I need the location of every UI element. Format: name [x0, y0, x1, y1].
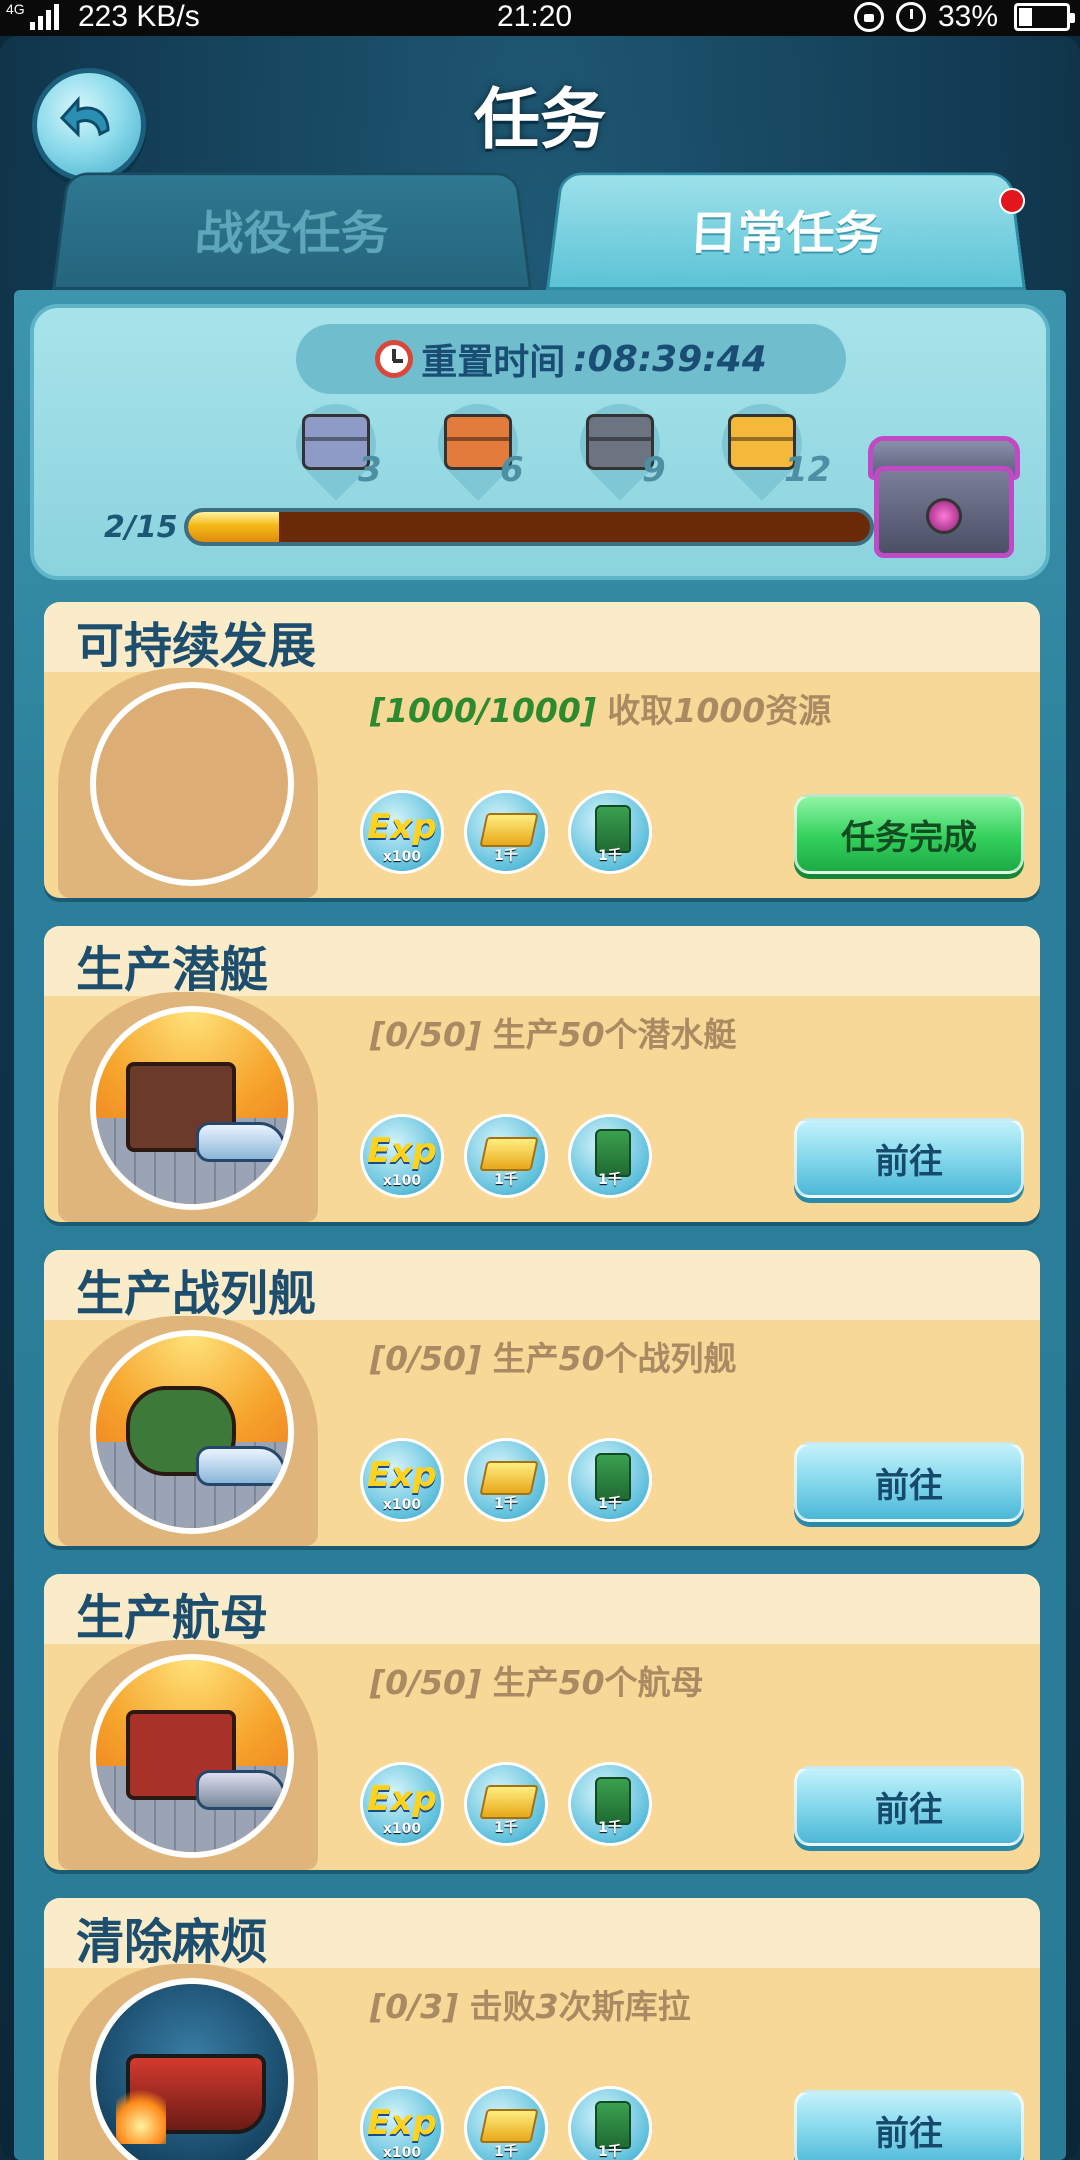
task-desc-text: 收取 — [595, 691, 674, 730]
task-card: 生产战列舰 [0/50] 生产50个战列舰 Exp x100 1千 1千 前往 — [44, 1250, 1040, 1550]
go-button[interactable]: 前往 — [794, 1118, 1024, 1198]
task-progress: [0/50] — [370, 1015, 482, 1054]
chest-threshold: 6 — [500, 450, 524, 490]
clock-time: 21:20 — [497, 0, 573, 33]
task-desc-text: 生产 — [481, 1015, 559, 1054]
alarm-icon — [895, 2, 926, 32]
task-target-number: 50 — [558, 1663, 605, 1702]
task-desc-text: 个航母 — [604, 1663, 704, 1702]
grand-reward-chest[interactable] — [864, 426, 1024, 566]
task-target-number: 1000 — [673, 691, 766, 730]
gold-reward-icon[interactable]: 1千 — [464, 790, 548, 874]
exp-reward-icon[interactable]: Exp x100 — [360, 1438, 444, 1522]
gem-icon — [926, 498, 962, 534]
exp-reward-icon[interactable]: Exp x100 — [360, 1114, 444, 1198]
task-complete-button[interactable]: 任务完成 — [794, 794, 1024, 874]
reward-list: Exp x100 1千 1千 — [360, 790, 652, 874]
task-desc-text: 资源 — [765, 691, 832, 730]
progress-bar — [184, 508, 874, 546]
reward-chest-3[interactable]: 3 — [279, 387, 393, 504]
tab-campaign-tasks[interactable]: 战役任务 — [52, 172, 532, 290]
reward-list: Exp x100 1千 1千 — [360, 1114, 652, 1198]
oil-reward-icon[interactable]: 1千 — [568, 1114, 652, 1198]
reward-list: Exp x100 1千 1千 — [360, 1438, 652, 1522]
task-desc-text: 个战列舰 — [604, 1339, 737, 1378]
task-title: 可持续发展 — [76, 618, 317, 674]
go-button[interactable]: 前往 — [794, 1766, 1024, 1846]
exp-reward-icon[interactable]: Exp x100 — [360, 790, 444, 874]
activity-progress-panel: 重置时间 :08:39:44 3 6 9 12 2/15 — [30, 304, 1050, 580]
oil-reward-icon[interactable]: 1千 — [568, 1762, 652, 1846]
task-progress: [0/50] — [370, 1339, 482, 1378]
task-desc-text: 生产 — [481, 1663, 559, 1702]
task-progress: [0/3] — [370, 1987, 459, 2026]
task-card: 清除麻烦 [0/3] 击败3次斯库拉 Exp x100 1千 1千 前往 — [44, 1898, 1040, 2160]
clock-icon — [375, 340, 414, 378]
gold-reward-icon[interactable]: 1千 — [464, 2086, 548, 2160]
task-title: 生产航母 — [76, 1590, 269, 1646]
task-progress: [1000/1000] — [370, 691, 596, 730]
gold-reward-icon[interactable]: 1千 — [464, 1114, 548, 1198]
task-card: 生产航母 [0/50] 生产50个航母 Exp x100 1千 1千 前往 — [44, 1574, 1040, 1874]
carrier-factory-icon — [90, 1654, 294, 1858]
task-description: [0/50] 生产50个航母 — [370, 1656, 704, 1704]
oil-reward-icon[interactable]: 1千 — [568, 790, 652, 874]
task-progress: [0/50] — [370, 1663, 482, 1702]
game-window: 任务 战役任务 日常任务 重置时间 :08:39:44 3 6 9 12 2/1… — [0, 36, 1080, 2160]
task-card: 可持续发展 [1000/1000] 收取1000资源 Exp x100 1千 1千… — [44, 602, 1040, 902]
reset-label: 重置时间 — [421, 342, 566, 383]
task-description: [0/3] 击败3次斯库拉 — [370, 1980, 691, 2028]
page-title: 任务 — [474, 81, 606, 158]
oil-reward-icon[interactable]: 1千 — [568, 2086, 652, 2160]
task-desc-text: 生产 — [481, 1339, 559, 1378]
task-desc-text: 个潜水艇 — [604, 1015, 737, 1054]
exp-reward-icon[interactable]: Exp x100 — [360, 2086, 444, 2160]
reset-countdown: :08:39:44 — [573, 338, 767, 380]
notification-dot — [999, 188, 1025, 214]
signal-icon — [30, 4, 59, 30]
reward-chest-12[interactable]: 12 — [705, 387, 831, 504]
exp-reward-icon[interactable]: Exp x100 — [360, 1762, 444, 1846]
reset-timer: 重置时间 :08:39:44 — [296, 324, 846, 394]
task-card: 生产潜艇 [0/50] 生产50个潜水艇 Exp x100 1千 1千 前往 — [44, 926, 1040, 1226]
chest-threshold: 9 — [642, 450, 666, 490]
chest-threshold: 3 — [358, 450, 382, 490]
task-description: [0/50] 生产50个潜水艇 — [370, 1008, 737, 1056]
reward-chest-9[interactable]: 9 — [563, 387, 677, 504]
progress-bar-fill — [188, 512, 279, 542]
enemy-ship-icon — [90, 1978, 294, 2160]
oil-reward-icon[interactable]: 1千 — [568, 1438, 652, 1522]
battleship-factory-icon — [90, 1330, 294, 1534]
task-desc-text: 击败 — [458, 1987, 536, 2026]
task-description: [0/50] 生产50个战列舰 — [370, 1332, 737, 1380]
reward-list: Exp x100 1千 1千 — [360, 2086, 652, 2160]
task-title: 清除麻烦 — [76, 1914, 269, 1970]
reward-chest-6[interactable]: 6 — [421, 387, 535, 504]
network-type: 4G — [6, 1, 25, 17]
tab-bar: 战役任务 日常任务 — [14, 162, 1066, 292]
network-speed: 223 KB/s — [78, 0, 200, 33]
tab-daily-tasks[interactable]: 日常任务 — [546, 172, 1026, 290]
submarine-factory-icon — [90, 1006, 294, 1210]
task-target-number: 50 — [558, 1339, 605, 1378]
progress-count: 2/15 — [104, 510, 178, 545]
status-bar: 4G 223 KB/s 21:20 33% — [0, 0, 1080, 36]
gold-reward-icon[interactable]: 1千 — [464, 1762, 548, 1846]
battery-percent: 33% — [937, 0, 998, 33]
rotation-lock-icon — [853, 2, 884, 32]
reward-list: Exp x100 1千 1千 — [360, 1762, 652, 1846]
task-target-number: 3 — [535, 1987, 559, 2026]
daily-task-panel: 重置时间 :08:39:44 3 6 9 12 2/15 可持续发展 [1000… — [14, 290, 1066, 2160]
gold-reward-icon[interactable]: 1千 — [464, 1438, 548, 1522]
task-title: 生产潜艇 — [76, 942, 269, 998]
battery-icon — [1014, 3, 1075, 31]
task-description: [1000/1000] 收取1000资源 — [370, 684, 831, 732]
chest-threshold: 12 — [784, 450, 832, 490]
task-target-number: 50 — [558, 1015, 605, 1054]
go-button[interactable]: 前往 — [794, 1442, 1024, 1522]
task-title: 生产战列舰 — [76, 1266, 317, 1322]
go-button[interactable]: 前往 — [794, 2090, 1024, 2160]
task-desc-text: 次斯库拉 — [558, 1987, 691, 2026]
task-icon-empty — [90, 682, 294, 886]
